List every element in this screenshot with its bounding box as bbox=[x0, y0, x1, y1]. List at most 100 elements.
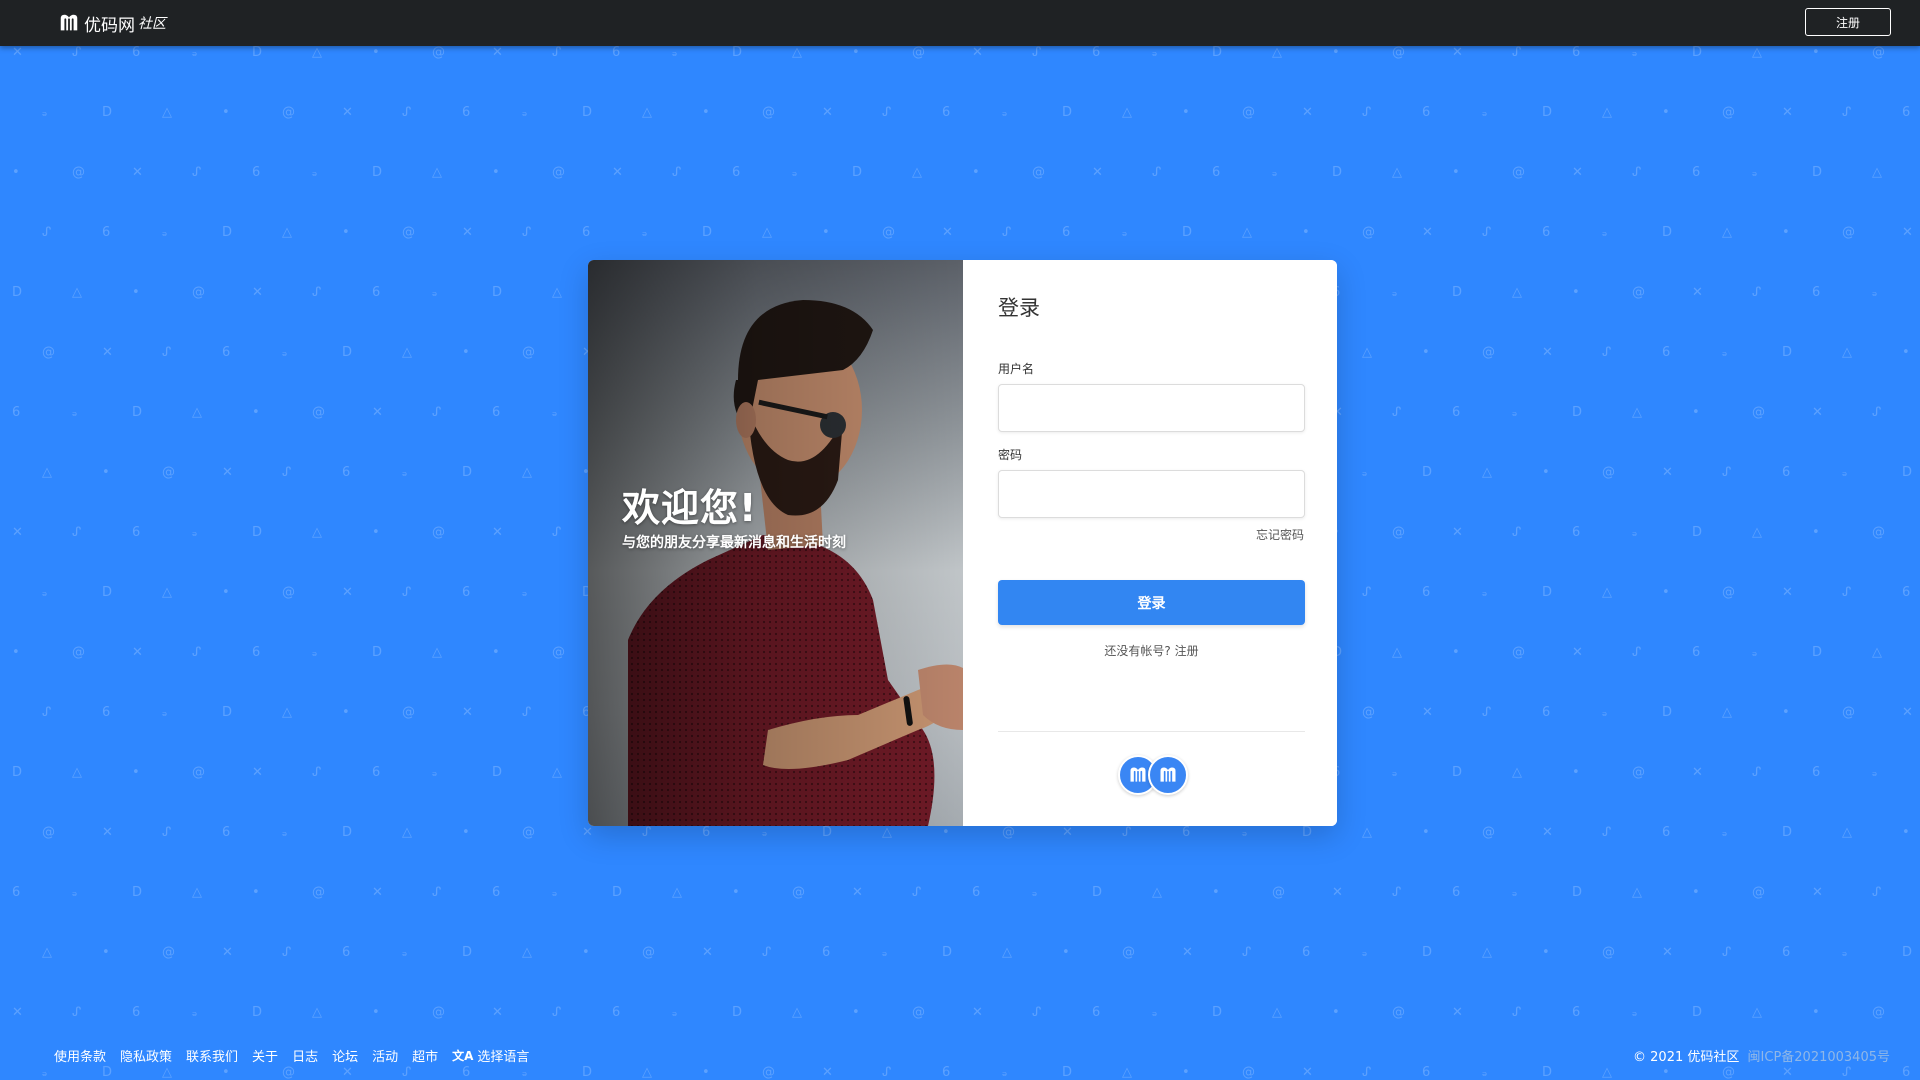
footer-link-about[interactable]: 关于 bbox=[252, 1046, 278, 1065]
footer-link-forum[interactable]: 论坛 bbox=[332, 1046, 358, 1065]
pattern-glyph: @ bbox=[1722, 585, 1735, 600]
pattern-glyph: @ bbox=[1632, 765, 1645, 780]
pattern-glyph: ₔ bbox=[1482, 585, 1488, 600]
pattern-glyph: D bbox=[1302, 825, 1313, 840]
pattern-glyph: D bbox=[942, 945, 953, 960]
pattern-glyph: 6 bbox=[342, 465, 351, 480]
pattern-glyph: ₔ bbox=[42, 105, 48, 120]
pattern-glyph: • bbox=[222, 105, 230, 120]
header-register-button[interactable]: 注册 bbox=[1805, 8, 1891, 36]
pattern-glyph: △ bbox=[1602, 105, 1612, 120]
pattern-glyph: 6 bbox=[1692, 165, 1701, 180]
pattern-glyph: ᔑ bbox=[672, 165, 682, 180]
pattern-glyph: D bbox=[1812, 165, 1823, 180]
pattern-glyph: △ bbox=[552, 765, 562, 780]
footer-link-events[interactable]: 活动 bbox=[372, 1046, 398, 1065]
pattern-glyph: • bbox=[942, 825, 950, 840]
register-link[interactable]: 注册 bbox=[1175, 644, 1199, 658]
pattern-glyph: 6 bbox=[132, 525, 141, 540]
pattern-glyph: ᔑ bbox=[1152, 165, 1162, 180]
footer-link-terms[interactable]: 使用条款 bbox=[54, 1046, 106, 1065]
pattern-glyph: ✕ bbox=[1692, 765, 1703, 780]
pattern-glyph: • bbox=[1692, 405, 1700, 420]
pattern-glyph: 6 bbox=[12, 885, 21, 900]
pattern-glyph: ✕ bbox=[132, 165, 143, 180]
pattern-glyph: △ bbox=[1002, 945, 1012, 960]
pattern-glyph: 6 bbox=[1542, 705, 1551, 720]
login-button[interactable]: 登录 bbox=[998, 580, 1305, 625]
password-input[interactable] bbox=[998, 470, 1305, 518]
pattern-glyph: △ bbox=[1122, 1065, 1132, 1080]
pattern-glyph: 6 bbox=[1182, 825, 1191, 840]
pattern-glyph: @ bbox=[1722, 105, 1735, 120]
pattern-glyph: ᔑ bbox=[522, 705, 532, 720]
pattern-glyph: D bbox=[1692, 525, 1703, 540]
pattern-glyph: △ bbox=[1362, 345, 1372, 360]
pattern-glyph: D bbox=[1782, 825, 1793, 840]
pattern-glyph: 6 bbox=[1422, 1065, 1431, 1080]
pattern-glyph: D bbox=[1452, 765, 1463, 780]
social-logo-icon[interactable] bbox=[1148, 755, 1188, 795]
pattern-glyph: ✕ bbox=[12, 1005, 23, 1020]
pattern-glyph: △ bbox=[552, 285, 562, 300]
pattern-glyph: ✕ bbox=[1452, 1005, 1463, 1020]
language-selector[interactable]: 文A 选择语言 bbox=[452, 1046, 529, 1065]
pattern-glyph: 6 bbox=[12, 405, 21, 420]
pattern-glyph: ✕ bbox=[492, 1005, 503, 1020]
pattern-glyph: D bbox=[852, 165, 863, 180]
pattern-glyph: @ bbox=[1032, 165, 1045, 180]
pattern-glyph: ✕ bbox=[1452, 46, 1463, 60]
pattern-glyph: • bbox=[222, 585, 230, 600]
pattern-glyph: △ bbox=[42, 945, 52, 960]
pattern-glyph: @ bbox=[192, 285, 205, 300]
pattern-glyph: 6 bbox=[222, 345, 231, 360]
pattern-glyph: • bbox=[732, 885, 740, 900]
pattern-glyph: ₔ bbox=[1632, 46, 1638, 60]
pattern-glyph: ₔ bbox=[282, 345, 288, 360]
pattern-glyph: ✕ bbox=[1422, 225, 1433, 240]
pattern-glyph: ₔ bbox=[432, 765, 438, 780]
pattern-glyph: D bbox=[1782, 345, 1793, 360]
pattern-glyph: @ bbox=[1872, 1005, 1885, 1020]
pattern-glyph: ✕ bbox=[972, 1005, 983, 1020]
pattern-glyph: ᔑ bbox=[1032, 46, 1042, 60]
pattern-glyph: 6 bbox=[1692, 645, 1701, 660]
footer-link-privacy[interactable]: 隐私政策 bbox=[120, 1046, 172, 1065]
pattern-glyph: @ bbox=[432, 525, 445, 540]
pattern-glyph: ₔ bbox=[1482, 1065, 1488, 1080]
pattern-glyph: 6 bbox=[1542, 225, 1551, 240]
copyright-text: © 2021 优码社区 bbox=[1633, 1050, 1740, 1065]
login-form: 登录 用户名 密码 忘记密码 登录 还没有帐号? 注册 bbox=[963, 260, 1337, 826]
pattern-glyph: ᔑ bbox=[1362, 1065, 1372, 1080]
pattern-glyph: ✕ bbox=[1902, 705, 1913, 720]
pattern-glyph: △ bbox=[522, 465, 532, 480]
pattern-glyph: ᔑ bbox=[402, 1065, 412, 1080]
pattern-glyph: • bbox=[1692, 885, 1700, 900]
brand-subtitle: 社区 bbox=[138, 16, 166, 32]
pattern-glyph: 6 bbox=[462, 105, 471, 120]
pattern-glyph: 6 bbox=[252, 165, 261, 180]
pattern-glyph: ᔑ bbox=[762, 945, 772, 960]
pattern-glyph: D bbox=[732, 1005, 743, 1020]
pattern-glyph: D bbox=[1542, 585, 1553, 600]
pattern-glyph: 6 bbox=[372, 765, 381, 780]
pattern-glyph: △ bbox=[1632, 885, 1642, 900]
username-input[interactable] bbox=[998, 384, 1305, 432]
pattern-glyph: D bbox=[492, 765, 503, 780]
footer-link-contact[interactable]: 联系我们 bbox=[186, 1046, 238, 1065]
pattern-glyph: ✕ bbox=[372, 885, 383, 900]
pattern-glyph: ₔ bbox=[1602, 225, 1608, 240]
brand-logo[interactable]: 优码网 社区 bbox=[58, 10, 166, 36]
pattern-glyph: • bbox=[1662, 105, 1670, 120]
footer-link-log[interactable]: 日志 bbox=[292, 1046, 318, 1065]
icp-link[interactable]: 闽ICP备2021003405号 bbox=[1748, 1050, 1890, 1065]
footer-link-market[interactable]: 超市 bbox=[412, 1046, 438, 1065]
pattern-glyph: @ bbox=[642, 945, 655, 960]
pattern-glyph: 6 bbox=[1662, 825, 1671, 840]
pattern-glyph: △ bbox=[72, 765, 82, 780]
forgot-password-link[interactable]: 忘记密码 bbox=[1256, 526, 1304, 543]
pattern-glyph: ᔑ bbox=[552, 46, 562, 60]
pattern-glyph: ✕ bbox=[1662, 945, 1673, 960]
pattern-glyph: D bbox=[132, 885, 143, 900]
pattern-glyph: ᔑ bbox=[1512, 1005, 1522, 1020]
